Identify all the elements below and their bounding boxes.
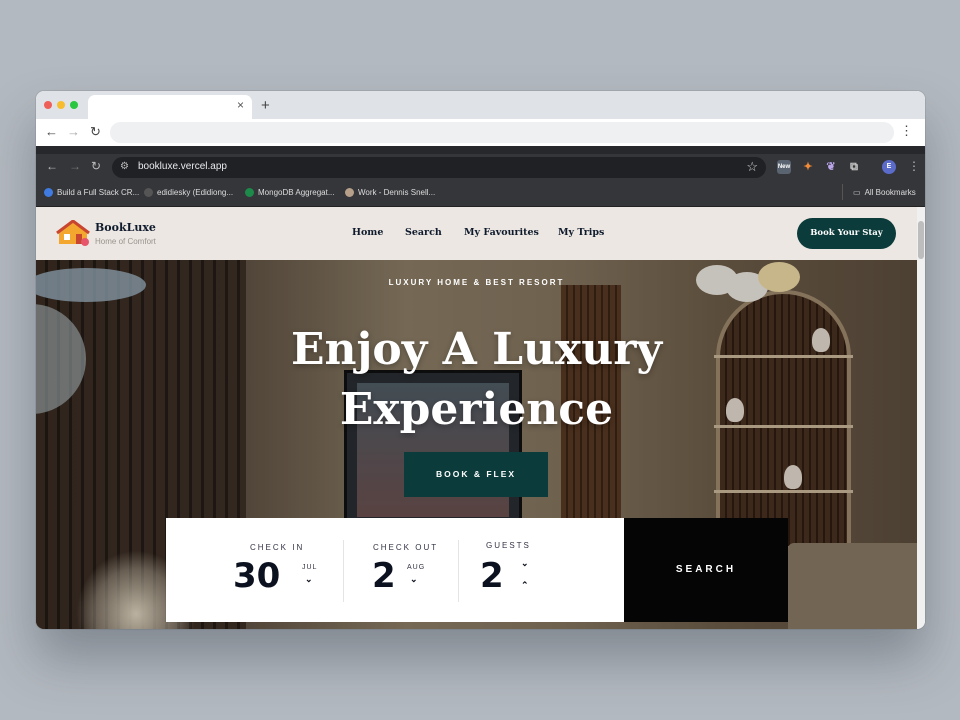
outer-address-bar[interactable] <box>110 122 894 143</box>
house-logo-icon[interactable] <box>56 220 90 246</box>
guests-value[interactable]: 2 <box>480 556 504 596</box>
scrollbar-thumb[interactable] <box>918 221 924 259</box>
search-button[interactable]: SEARCH <box>624 518 788 622</box>
check-in-chevron-down-icon[interactable]: ⌄ <box>305 574 313 585</box>
bookmark-favicon-icon <box>44 188 53 197</box>
forward-arrow-icon[interactable]: → <box>67 124 80 139</box>
site-settings-icon[interactable]: ⚙ <box>120 161 129 172</box>
bookmarks-bar: Build a Full Stack CR... edidiesky (Edid… <box>36 181 925 207</box>
website-viewport: BookLuxe Home of Comfort Home Search My … <box>36 207 925 629</box>
new-tab-icon[interactable]: + <box>261 97 270 114</box>
guests-increment-chevron-up-icon[interactable]: ⌃ <box>521 580 529 591</box>
guests-decrement-chevron-down-icon[interactable]: ⌄ <box>521 558 529 569</box>
check-out-label: CHECK OUT <box>373 543 439 552</box>
close-window-button[interactable] <box>44 101 52 109</box>
outer-tab-bar: × + <box>36 91 925 119</box>
hero-headline-line2: Experience <box>339 384 614 435</box>
hero-section: LUXURY HOME & BEST RESORT Enjoy A Luxury… <box>36 260 917 629</box>
nav-home[interactable]: Home <box>352 227 383 238</box>
bookmark-star-icon[interactable]: ☆ <box>746 159 758 175</box>
puzzle-extensions-icon[interactable]: ⧉ <box>847 160 861 174</box>
hero-headline: Enjoy A Luxury Experience <box>36 320 917 440</box>
booking-bar: CHECK IN 30 JUL ⌄ CHECK OUT 2 AUG ⌄ GUES… <box>166 518 788 622</box>
back-arrow-icon[interactable]: ← <box>46 159 58 173</box>
check-out-month: AUG <box>407 564 426 571</box>
brand-tagline: Home of Comfort <box>95 237 156 246</box>
book-your-stay-button[interactable]: Book Your Stay <box>797 218 896 249</box>
field-divider <box>343 540 344 602</box>
hero-eyebrow: LUXURY HOME & BEST RESORT <box>388 278 565 287</box>
outer-toolbar: ← → ↻ ⋮ <box>36 119 925 146</box>
bookmark-item[interactable]: edidiesky (Edidiong... <box>144 188 233 197</box>
hero-headline-line1: Enjoy A Luxury <box>290 324 663 375</box>
reload-icon[interactable]: ↻ <box>90 124 101 140</box>
check-out-day[interactable]: 2 <box>372 556 396 596</box>
check-in-day[interactable]: 30 <box>233 556 280 596</box>
address-bar[interactable]: ⚙ bookluxe.vercel.app ☆ <box>112 157 766 178</box>
book-flex-button[interactable]: BOOK & FLEX <box>404 452 548 497</box>
reload-icon[interactable]: ↻ <box>91 159 101 173</box>
close-tab-icon[interactable]: × <box>237 98 244 112</box>
back-arrow-icon[interactable]: ← <box>45 124 58 139</box>
github-icon <box>144 188 153 197</box>
guests-label: GUESTS <box>486 541 531 550</box>
check-out-chevron-down-icon[interactable]: ⌄ <box>410 574 418 585</box>
field-divider <box>458 540 459 602</box>
profile-avatar[interactable]: E <box>882 160 896 174</box>
bookmark-item[interactable]: MongoDB Aggregat... <box>245 188 335 197</box>
nav-search[interactable]: Search <box>405 227 442 238</box>
booking-fields: CHECK IN 30 JUL ⌄ CHECK OUT 2 AUG ⌄ GUES… <box>166 518 624 622</box>
spark-extension-icon[interactable]: ✦ <box>801 160 815 174</box>
bookmark-avatar-icon <box>345 188 354 197</box>
forward-arrow-icon[interactable]: → <box>69 159 81 173</box>
inner-toolbar: ← → ↻ ⚙ bookluxe.vercel.app ☆ New ✦ ❦ ⧉ … <box>36 154 925 181</box>
outer-browser-tab[interactable]: × <box>88 95 252 119</box>
bookmark-item[interactable]: Build a Full Stack CR... <box>44 188 139 197</box>
page-scrollbar[interactable] <box>917 207 925 629</box>
check-in-label: CHECK IN <box>250 543 305 552</box>
new-extension-icon[interactable]: New <box>777 160 791 174</box>
bookmarks-divider <box>842 184 843 200</box>
mongodb-icon <box>245 188 254 197</box>
all-bookmarks[interactable]: ▭ All Bookmarks <box>853 188 916 197</box>
more-menu-icon[interactable]: ⋮ <box>900 123 913 139</box>
site-navbar: BookLuxe Home of Comfort Home Search My … <box>36 207 925 260</box>
folder-icon: ▭ <box>853 188 861 197</box>
nav-my-favourites[interactable]: My Favourites <box>464 227 539 238</box>
maximize-window-button[interactable] <box>70 101 78 109</box>
browser-window: × + ← → ↻ ⋮ ← → ↻ ⚙ bookluxe.vercel.app … <box>36 91 925 629</box>
url-text: bookluxe.vercel.app <box>138 161 227 172</box>
minimize-window-button[interactable] <box>57 101 65 109</box>
bookmark-item[interactable]: Work - Dennis Snell... <box>345 188 435 197</box>
feather-extension-icon[interactable]: ❦ <box>824 160 838 174</box>
brand-name[interactable]: BookLuxe <box>95 221 156 234</box>
check-in-month: JUL <box>302 564 318 571</box>
nav-my-trips[interactable]: My Trips <box>558 227 604 238</box>
more-menu-icon[interactable]: ⋮ <box>908 159 920 173</box>
inner-tab-strip <box>36 146 925 154</box>
